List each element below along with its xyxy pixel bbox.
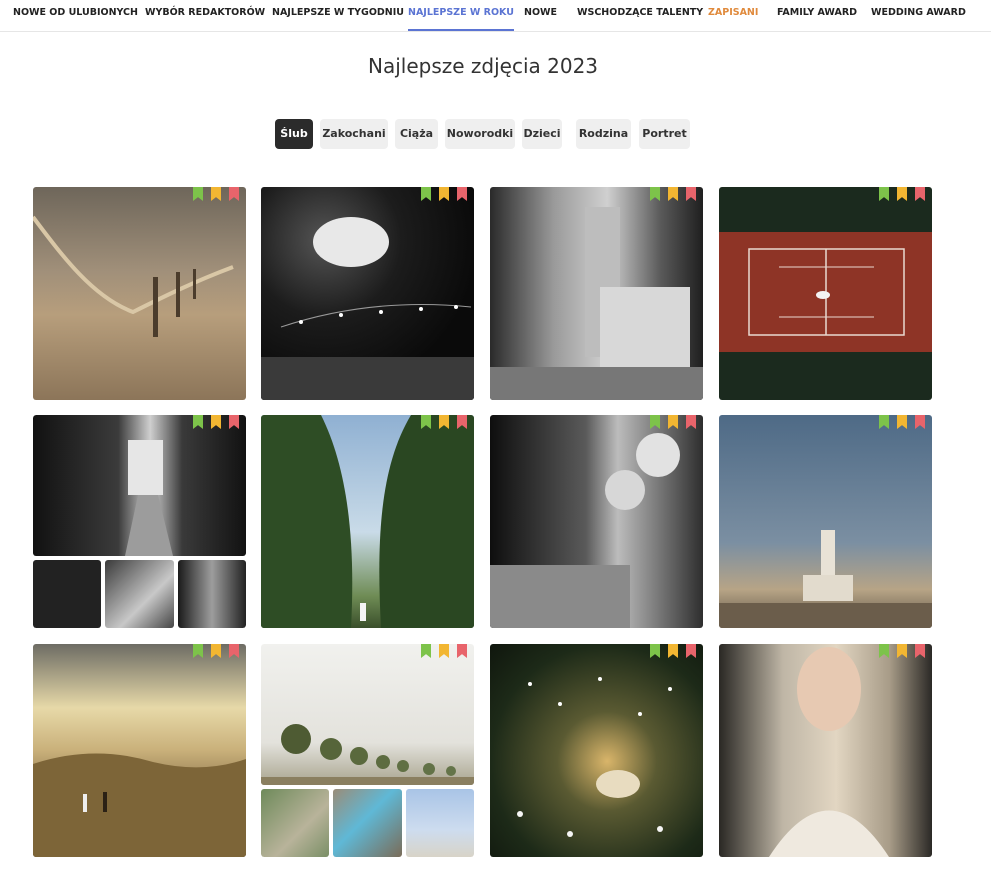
award-ribbons [421, 644, 468, 660]
award-ribbons [879, 187, 926, 203]
yellow-ribbon-icon [439, 644, 449, 658]
yellow-ribbon-icon [897, 415, 907, 429]
filter-chip-family[interactable]: Rodzina [576, 119, 631, 149]
photo-content [125, 440, 173, 556]
red-ribbon-icon [457, 187, 467, 201]
filter-chip-portrait[interactable]: Portret [639, 119, 690, 149]
photo-content [769, 647, 889, 857]
award-ribbons [421, 187, 468, 203]
gallery-photo-church-series[interactable] [33, 415, 246, 628]
yellow-ribbon-icon [211, 187, 221, 201]
photo-content [719, 232, 932, 352]
photo-content [33, 753, 246, 857]
green-ribbon-icon [650, 415, 660, 429]
green-ribbon-icon [650, 187, 660, 201]
yellow-ribbon-icon [439, 415, 449, 429]
yellow-ribbon-icon [211, 415, 221, 429]
red-ribbon-icon [915, 187, 925, 201]
photo-content [261, 217, 474, 400]
nav-tab-best-of-year[interactable]: NAJLEPSZE W ROKU [408, 0, 514, 31]
photo-content [490, 433, 680, 628]
gallery-photo-confetti-garden[interactable] [490, 644, 703, 857]
filter-chip-couples[interactable]: Zakochani [320, 119, 388, 149]
photo-content [517, 677, 672, 837]
green-ribbon-icon [421, 644, 431, 658]
series-main-photo [33, 415, 246, 556]
green-ribbon-icon [193, 415, 203, 429]
nav-tab-editors-choice[interactable]: WYBÓR REDAKTORÓW [145, 0, 265, 31]
green-ribbon-icon [879, 415, 889, 429]
filter-chip-wedding[interactable]: Ślub [275, 119, 313, 149]
gallery-photo-veil-portrait[interactable] [719, 644, 932, 857]
award-ribbons [650, 415, 697, 431]
green-ribbon-icon [193, 644, 203, 658]
yellow-ribbon-icon [211, 644, 221, 658]
nav-tab-new[interactable]: NOWE [524, 0, 557, 31]
photo-content [33, 215, 234, 337]
page-title: Najlepsze zdjęcia 2023 [367, 54, 599, 78]
photo-content [261, 415, 474, 628]
nav-tab-family-award[interactable]: FAMILY AWARD [777, 0, 857, 31]
yellow-ribbon-icon [668, 187, 678, 201]
photo-content [261, 724, 474, 785]
series-thumb-aerial-garden [261, 789, 329, 857]
yellow-ribbon-icon [668, 415, 678, 429]
filter-chip-kids[interactable]: Dzieci [522, 119, 562, 149]
green-ribbon-icon [650, 644, 660, 658]
award-ribbons [193, 644, 240, 660]
green-ribbon-icon [421, 415, 431, 429]
award-ribbons [879, 415, 926, 431]
red-ribbon-icon [229, 415, 239, 429]
green-ribbon-icon [193, 187, 203, 201]
series-thumb-trulli [406, 789, 474, 857]
filter-chip-pregnancy[interactable]: Ciąża [395, 119, 438, 149]
series-main-photo [261, 644, 474, 785]
nav-tab-rising-talents[interactable]: WSCHODZĄCE TALENTY [577, 0, 703, 31]
red-ribbon-icon [915, 644, 925, 658]
red-ribbon-icon [457, 644, 467, 658]
award-ribbons [879, 644, 926, 660]
award-ribbons [421, 415, 468, 431]
gallery-photo-flying-bride[interactable] [261, 187, 474, 400]
nav-tab-favorites[interactable]: NOWE OD ULUBIONYCH [13, 0, 138, 31]
top-navigation: NOWE OD ULUBIONYCH WYBÓR REDAKTORÓW NAJL… [0, 0, 991, 32]
nav-tab-best-of-week[interactable]: NAJLEPSZE W TYGODNIU [272, 0, 404, 31]
red-ribbon-icon [686, 187, 696, 201]
award-ribbons [650, 644, 697, 660]
yellow-ribbon-icon [897, 644, 907, 658]
red-ribbon-icon [686, 644, 696, 658]
gallery-photo-tennis-court[interactable] [719, 187, 932, 400]
series-thumb-couple [178, 560, 246, 628]
yellow-ribbon-icon [439, 187, 449, 201]
gallery-photo-lighthouse[interactable] [719, 415, 932, 628]
photo-content [490, 207, 703, 400]
green-ribbon-icon [879, 644, 889, 658]
red-ribbon-icon [229, 644, 239, 658]
photo-content [719, 530, 932, 628]
series-thumb-rings [33, 560, 101, 628]
red-ribbon-icon [457, 415, 467, 429]
green-ribbon-icon [421, 187, 431, 201]
series-thumb-pool [333, 789, 402, 857]
series-thumb-photo-card [105, 560, 174, 628]
nav-tab-wedding-award[interactable]: WEDDING AWARD [871, 0, 966, 31]
yellow-ribbon-icon [668, 644, 678, 658]
yellow-ribbon-icon [897, 187, 907, 201]
nav-tab-saved[interactable]: ZAPISANI [708, 0, 758, 31]
filter-chip-newborns[interactable]: Noworodki [445, 119, 515, 149]
award-ribbons [650, 187, 697, 203]
award-ribbons [193, 415, 240, 431]
gallery-photo-golden-hills[interactable] [33, 644, 246, 857]
gallery-photo-olive-series[interactable] [261, 644, 474, 857]
gallery-photo-cypress-alley[interactable] [261, 415, 474, 628]
gallery-photo-getting-ready[interactable] [490, 187, 703, 400]
award-ribbons [193, 187, 240, 203]
green-ribbon-icon [879, 187, 889, 201]
gallery-photo-desert[interactable] [33, 187, 246, 400]
red-ribbon-icon [686, 415, 696, 429]
red-ribbon-icon [229, 187, 239, 201]
gallery-photo-kids-surprised[interactable] [490, 415, 703, 628]
red-ribbon-icon [915, 415, 925, 429]
